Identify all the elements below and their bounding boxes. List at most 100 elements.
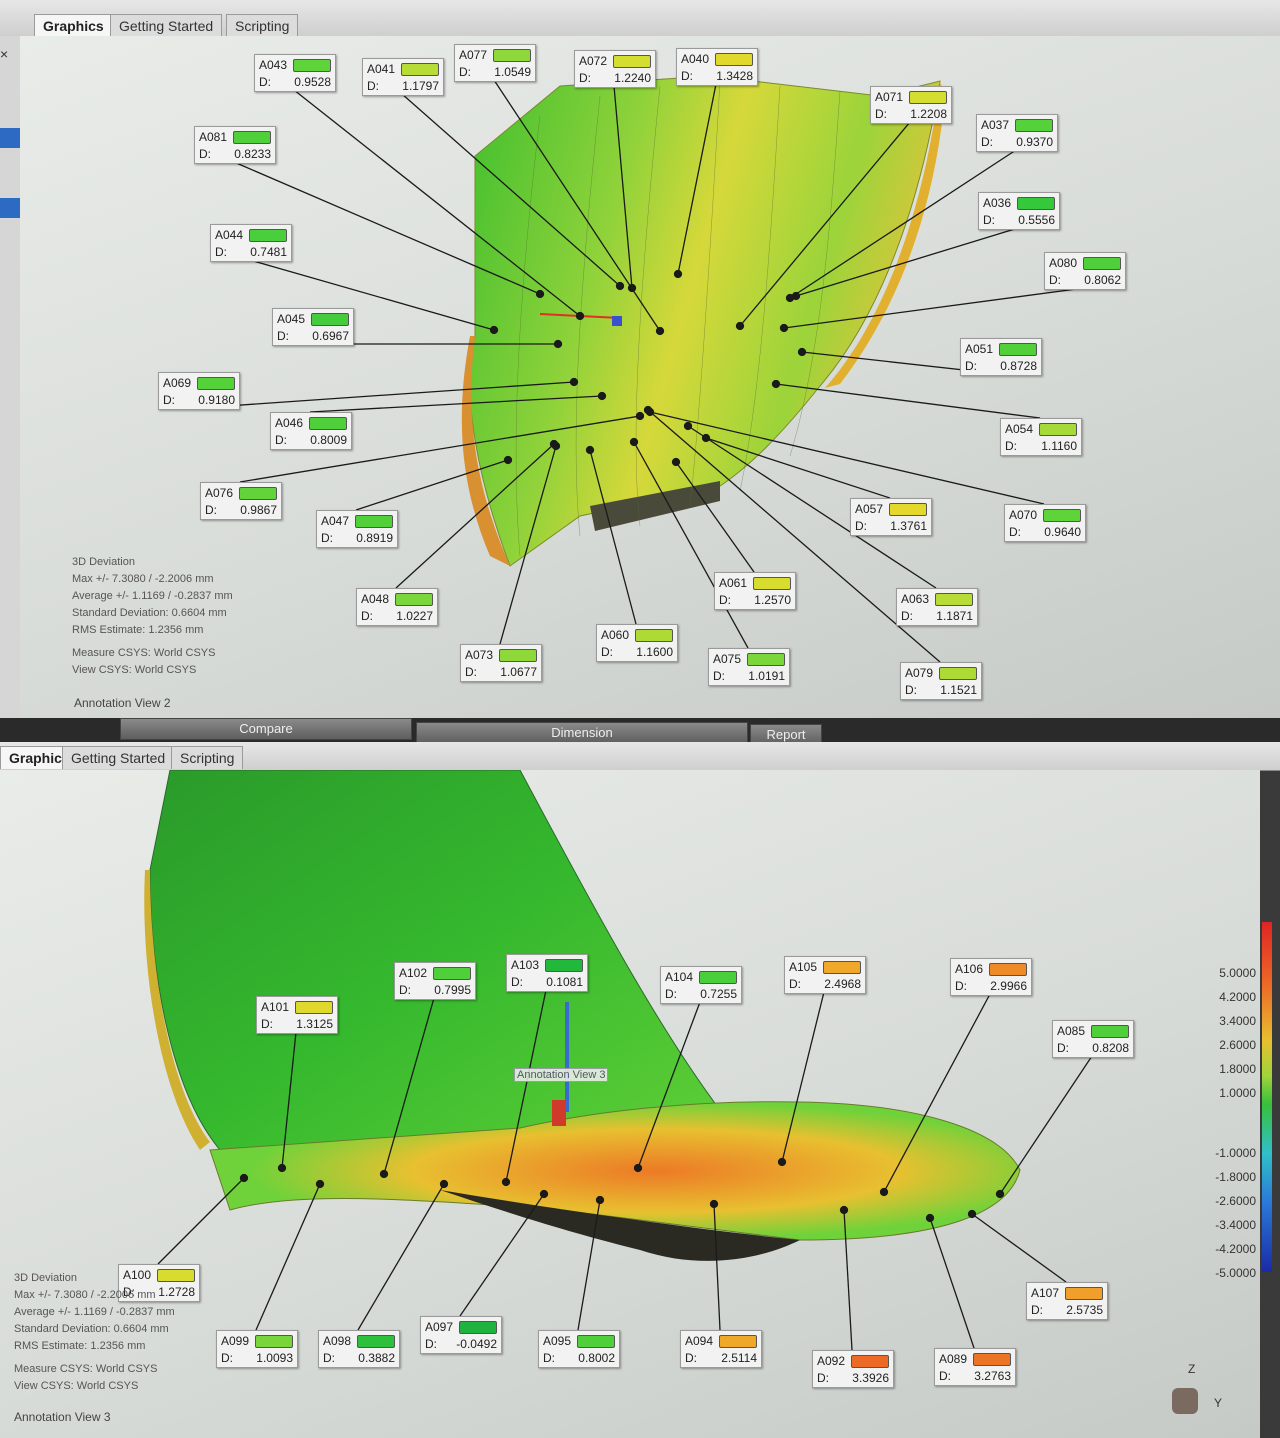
annotation-label-a081[interactable]: A081 D: 0.8233 [194,126,276,164]
annotation-label-a040[interactable]: A040 D: 1.3428 [676,48,758,86]
stats-average: Average +/- 1.1169 / -0.2837 mm [72,590,233,602]
deviation-swatch [1015,119,1053,132]
deviation-label: D: [367,79,379,93]
deviation-label: D: [817,1371,829,1385]
close-icon[interactable]: × [0,46,8,62]
annotation-id: A081 [199,130,228,144]
left-sidebar [0,36,20,718]
dimension-button[interactable]: Dimension [416,722,748,744]
deviation-label: D: [277,329,289,343]
annotation-label-a104[interactable]: A104 D: 0.7255 [660,966,742,1004]
annotation-id: A045 [277,312,306,326]
stats-view-csys: View CSYS: World CSYS [14,1380,139,1392]
measure-point-a099 [315,1179,325,1189]
annotation-label-a047[interactable]: A047 D: 0.8919 [316,510,398,548]
measure-point-a094 [709,1199,719,1209]
annotation-label-a094[interactable]: A094 D: 2.5114 [680,1330,762,1368]
annotation-id: A037 [981,118,1010,132]
view-triad-icon[interactable] [1172,1388,1198,1414]
measure-point-a097 [539,1189,549,1199]
sidebar-selection-2[interactable] [0,198,20,218]
annotation-label-a106[interactable]: A106 D: 2.9966 [950,958,1032,996]
deviation-label: D: [361,609,373,623]
deviation-label: D: [713,669,725,683]
annotation-label-a073[interactable]: A073 D: 1.0677 [460,644,542,682]
annotation-label-a057[interactable]: A057 D: 1.3761 [850,498,932,536]
annotation-label-a097[interactable]: A097 D: -0.0492 [420,1316,502,1354]
deviation-value: 0.7481 [250,245,287,259]
deviation-swatch [197,377,235,390]
annotation-label-a089[interactable]: A089 D: 3.2763 [934,1348,1016,1386]
measure-point-a061 [671,457,681,467]
deviation-label: D: [681,69,693,83]
annotation-label-a048[interactable]: A048 D: 1.0227 [356,588,438,626]
annotation-label-a098[interactable]: A098 D: 0.3882 [318,1330,400,1368]
deviation-swatch [499,649,537,662]
leader-line-a097 [459,1193,545,1317]
graphics-viewport-bottom[interactable]: Annotation View 3 A101 D: 1.3125 A102 D: 0.79… [0,770,1272,1438]
measure-point-a046 [597,391,607,401]
annotation-label-a061[interactable]: A061 D: 1.2570 [714,572,796,610]
annotation-label-a044[interactable]: A044 D: 0.7481 [210,224,292,262]
annotation-label-a072[interactable]: A072 D: 1.2240 [574,50,656,88]
tab-getting-started[interactable]: Getting Started [110,14,223,37]
deviation-swatch [295,1001,333,1014]
tab-scripting[interactable]: Scripting [226,14,299,37]
annotation-label-a060[interactable]: A060 D: 1.1600 [596,624,678,662]
annotation-label-a101[interactable]: A101 D: 1.3125 [256,996,338,1034]
measure-point-a101 [277,1163,287,1173]
annotation-id: A107 [1031,1286,1060,1300]
annotation-label-a071[interactable]: A071 D: 1.2208 [870,86,952,124]
annotation-label-a107[interactable]: A107 D: 2.5735 [1026,1282,1108,1320]
leader-line-a054 [775,383,1041,419]
annotation-label-a036[interactable]: A036 D: 0.5556 [978,192,1060,230]
annotation-label-a051[interactable]: A051 D: 0.8728 [960,338,1042,376]
annotation-label-a054[interactable]: A054 D: 1.1160 [1000,418,1082,456]
deviation-label: D: [939,1369,951,1383]
annotation-label-a063[interactable]: A063 D: 1.1871 [896,588,978,626]
measure-point-a085 [995,1189,1005,1199]
measure-point-a102 [379,1169,389,1179]
annotation-label-a079[interactable]: A079 D: 1.1521 [900,662,982,700]
annotation-label-a102[interactable]: A102 D: 0.7995 [394,962,476,1000]
graphics-viewport-top[interactable]: A043 D: 0.9528 A041 D: 1.1797 A077 D: 1.0549 A072… [20,36,1280,718]
annotation-label-a080[interactable]: A080 D: 0.8062 [1044,252,1126,290]
annotation-label-a070[interactable]: A070 D: 0.9640 [1004,504,1086,542]
annotation-label-a085[interactable]: A085 D: 0.8208 [1052,1020,1134,1058]
deviation-value: 2.4968 [824,977,861,991]
compare-button[interactable]: Compare [120,718,412,740]
annotation-label-a077[interactable]: A077 D: 1.0549 [454,44,536,82]
stats-max: Max +/- 7.3080 / -2.2006 mm [72,573,214,585]
sidebar-selection[interactable] [0,128,20,148]
annotation-label-a069[interactable]: A069 D: 0.9180 [158,372,240,410]
annotation-label-a103[interactable]: A103 D: 0.1081 [506,954,588,992]
measure-point-a106 [879,1187,889,1197]
tab-graphics[interactable]: Graphics [34,14,113,37]
annotation-id: A076 [205,486,234,500]
annotation-label-a037[interactable]: A037 D: 0.9370 [976,114,1058,152]
deviation-value: 2.5114 [721,1351,757,1365]
annotation-label-a041[interactable]: A041 D: 1.1797 [362,58,444,96]
tab-scripting[interactable]: Scripting [171,746,244,769]
annotation-label-a045[interactable]: A045 D: 0.6967 [272,308,354,346]
annotation-label-a043[interactable]: A043 D: 0.9528 [254,54,336,92]
annotation-label-a076[interactable]: A076 D: 0.9867 [200,482,282,520]
legend-value: 2.6000 [1219,1038,1256,1052]
annotation-label-a075[interactable]: A075 D: 1.0191 [708,648,790,686]
deviation-label: D: [855,519,867,533]
deviation-value: 2.5735 [1066,1303,1103,1317]
deviation-swatch [309,417,347,430]
tab-getting-started[interactable]: Getting Started [62,746,175,769]
annotation-id: A085 [1057,1024,1086,1038]
deviation-label: D: [205,503,217,517]
stats-measure-csys: Measure CSYS: World CSYS [72,647,216,659]
annotation-label-a105[interactable]: A105 D: 2.4968 [784,956,866,994]
legend-value: -1.0000 [1215,1146,1256,1160]
measure-point-a107 [967,1209,977,1219]
deviation-swatch [939,667,977,680]
annotation-label-a095[interactable]: A095 D: 0.8002 [538,1330,620,1368]
annotation-label-a099[interactable]: A099 D: 1.0093 [216,1330,298,1368]
annotation-label-a046[interactable]: A046 D: 0.8009 [270,412,352,450]
annotation-label-a092[interactable]: A092 D: 3.3926 [812,1350,894,1388]
deviation-swatch [1065,1287,1103,1300]
